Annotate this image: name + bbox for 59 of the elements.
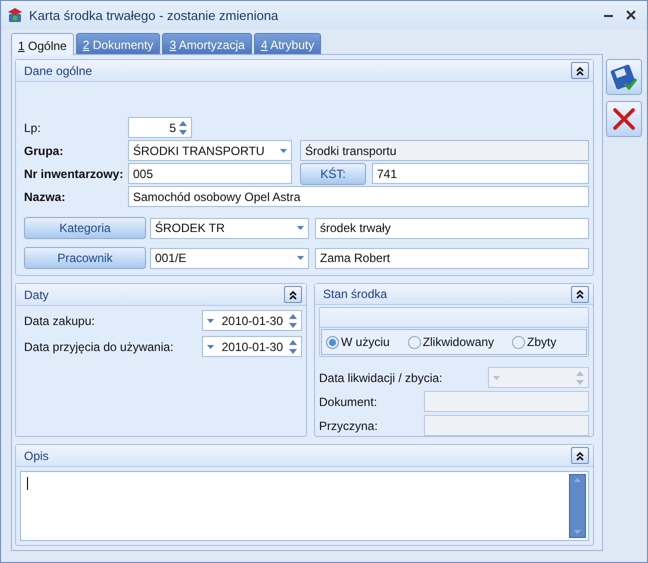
collapse-button[interactable] — [571, 286, 589, 302]
field-label: Grupa: — [24, 144, 64, 158]
dropdown-arrow-icon[interactable] — [280, 148, 287, 152]
kst-button[interactable]: KŚT: — [300, 162, 366, 184]
picker-button[interactable]: Pracownik — [24, 247, 146, 269]
section-title: Daty — [24, 288, 49, 302]
section-title: Opis — [24, 448, 49, 462]
scrollbar[interactable] — [569, 474, 586, 538]
chevron-icon — [575, 288, 585, 300]
spin-arrows-icon[interactable] — [179, 120, 187, 134]
tab[interactable]: 4 Atrybuty — [254, 33, 322, 54]
picker-button[interactable]: Kategoria — [24, 217, 146, 239]
dropdown-arrow-icon[interactable] — [207, 344, 214, 348]
text-cursor — [27, 477, 28, 490]
chevron-icon — [575, 450, 585, 462]
input-field[interactable]: Samochód osobowy Opel Astra — [128, 186, 589, 207]
date-field[interactable]: 2010-01-30 — [202, 336, 302, 357]
tab[interactable]: 2 Dokumenty — [76, 33, 160, 54]
input-field[interactable]: Zama Robert — [315, 248, 589, 268]
collapse-button[interactable] — [284, 286, 302, 303]
dropdown-field[interactable]: ŚRODKI TRANSPORTU — [128, 140, 292, 161]
save-button[interactable] — [606, 59, 642, 95]
chevron-icon — [288, 288, 298, 300]
field-label: Data likwidacji / zbycia: — [319, 370, 442, 384]
cancel-button[interactable] — [606, 101, 642, 137]
window-title: Karta środka trwałego - zostanie zmieniona — [29, 8, 280, 22]
field-label: Data przyjęcia do używania: — [24, 340, 174, 354]
radio-option[interactable]: W użyciu — [326, 335, 390, 349]
close-icon — [611, 106, 637, 132]
field-label: Nazwa: — [24, 190, 66, 204]
readonly-field: Środki transportu — [300, 140, 589, 161]
text-area[interactable] — [20, 471, 589, 541]
field-label: Dokument: — [319, 394, 378, 408]
field-label: Lp: — [24, 120, 42, 134]
field-label: Nr inwentarzowy: — [24, 166, 124, 180]
section-title: Stan środka — [323, 287, 388, 301]
tab[interactable]: 1 Ogólne — [11, 33, 74, 55]
input-field[interactable]: środek trwały — [315, 218, 589, 238]
tab[interactable]: 3 Amortyzacja — [162, 33, 252, 54]
radio-option[interactable]: Zlikwidowany — [408, 335, 494, 349]
dropdown-arrow-icon[interactable] — [297, 226, 304, 230]
number-field[interactable]: 5 — [128, 117, 192, 138]
collapse-button[interactable] — [571, 62, 589, 79]
spin-arrows-icon[interactable] — [289, 314, 297, 328]
radio-option[interactable]: Zbyty — [512, 335, 556, 349]
chevron-icon — [575, 64, 585, 76]
dropdown-arrow-icon[interactable] — [207, 318, 214, 322]
app-icon — [7, 7, 23, 23]
dropdown-field[interactable]: 001/E — [150, 248, 309, 268]
date-field[interactable]: 2010-01-30 — [202, 310, 302, 331]
collapse-button[interactable] — [571, 447, 589, 464]
field-label: Data zakupu: — [24, 314, 96, 328]
dropdown-field[interactable]: ŚRODEK TR — [150, 218, 309, 238]
field-label: Przyczyna: — [319, 418, 378, 432]
section-title: Dane ogólne — [24, 64, 92, 78]
input-field[interactable]: 741 — [372, 163, 589, 184]
input-field[interactable]: 005 — [128, 163, 292, 184]
spin-arrows-icon[interactable] — [289, 340, 297, 354]
dropdown-arrow-icon[interactable] — [297, 256, 304, 260]
